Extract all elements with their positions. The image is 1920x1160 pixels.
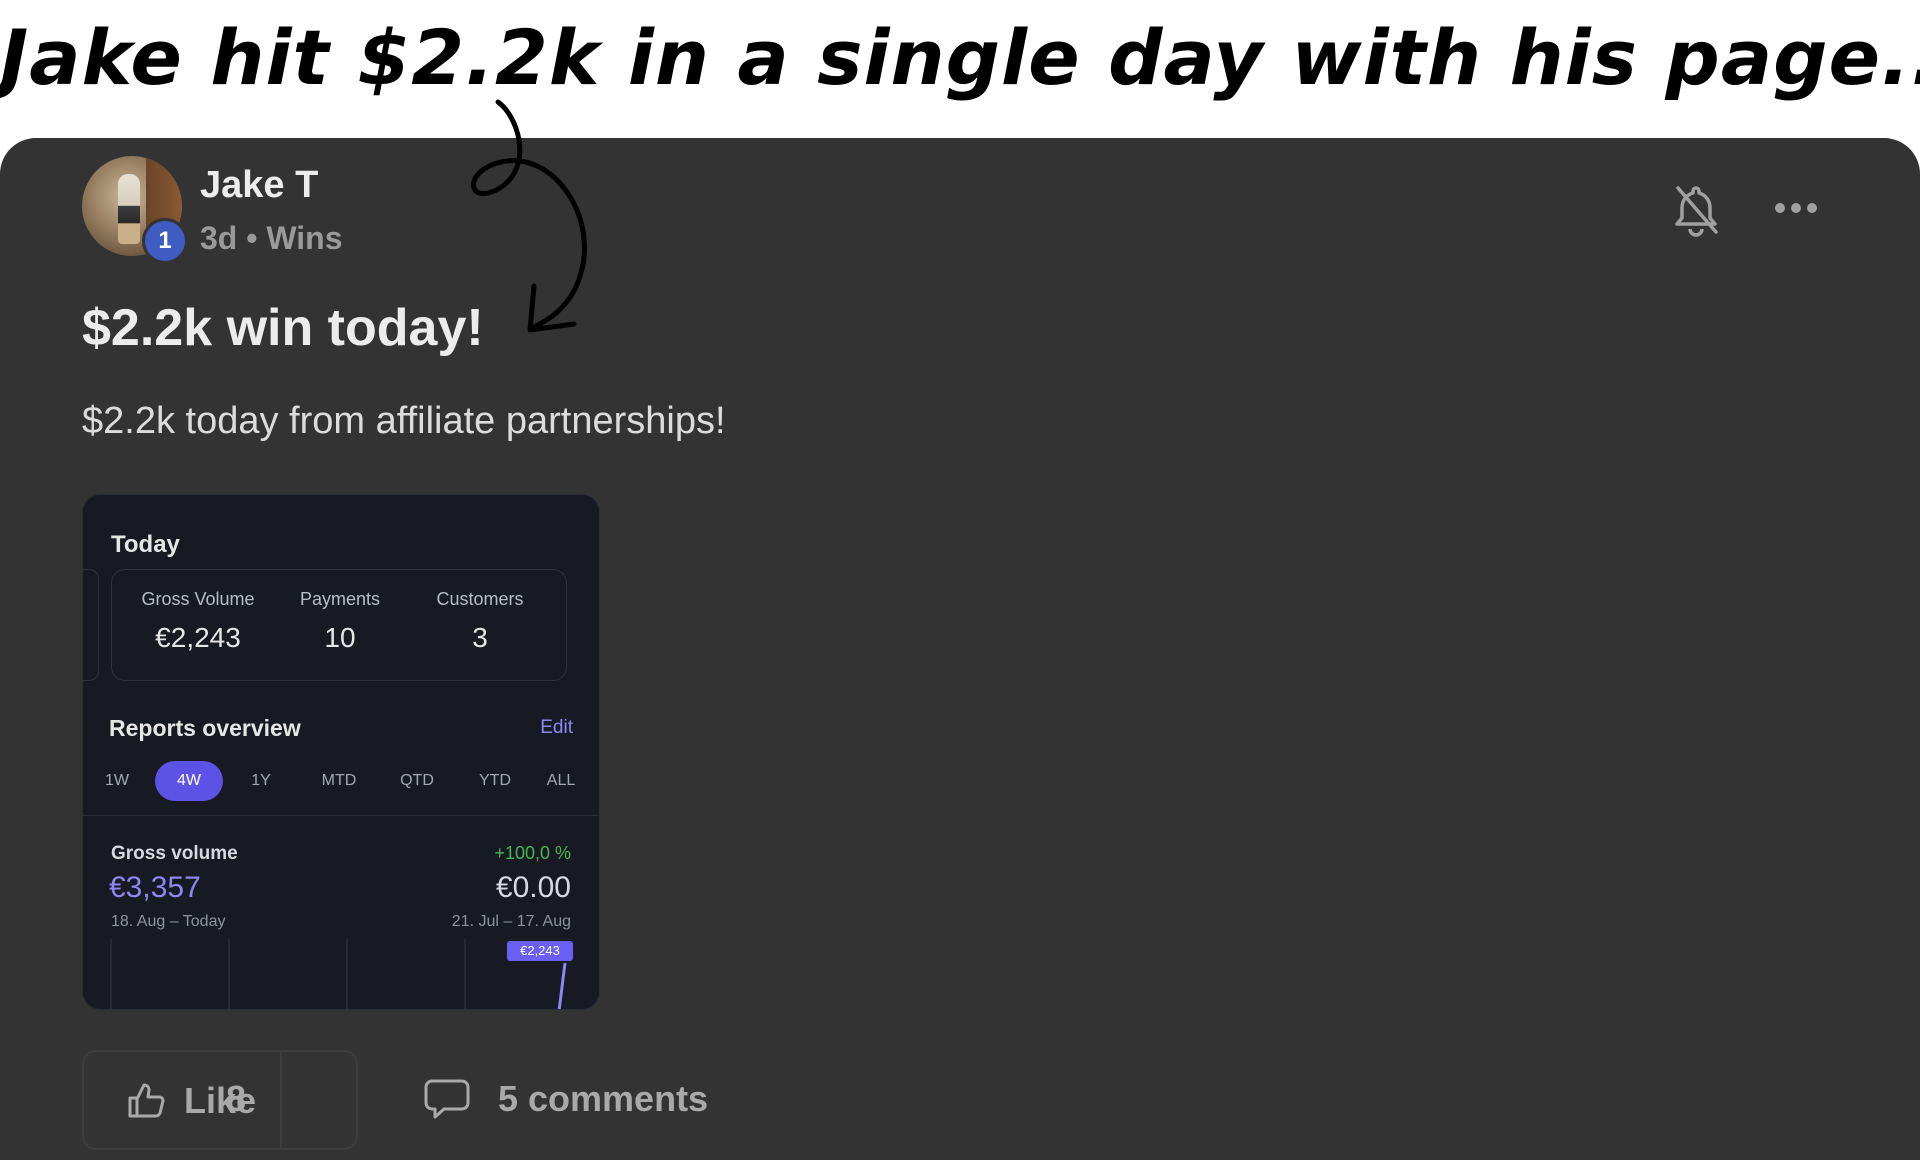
today-label: Today	[111, 531, 180, 558]
period-tabs: 1W 4W 1Y MTD QTD YTD ALL	[97, 761, 587, 801]
period-tab-4w[interactable]: 4W	[155, 761, 223, 801]
edit-link[interactable]: Edit	[540, 717, 573, 739]
hand-drawn-arrow-icon	[470, 99, 587, 333]
comments-button[interactable]: 5 comments	[420, 1074, 720, 1124]
headline-caption: Jake hit $2.2k in a single day with his …	[0, 13, 1920, 102]
like-group: Like	[82, 1050, 358, 1150]
period-tab-ytd[interactable]: YTD	[465, 761, 525, 801]
like-count[interactable]: 8	[226, 1078, 246, 1120]
gross-volume-label: Gross volume	[111, 843, 238, 864]
range-current: 18. Aug – Today	[111, 913, 226, 930]
period-tab-mtd[interactable]: MTD	[309, 761, 369, 801]
bell-off-icon[interactable]	[1672, 182, 1720, 238]
stat-gross-volume: Gross Volume €2,243	[123, 589, 273, 654]
attached-screenshot[interactable]: Today Gross Volume €2,243 Payments 10 Cu…	[82, 494, 600, 1010]
author-name[interactable]: Jake T	[200, 164, 318, 207]
comments-label: 5 comments	[498, 1078, 709, 1119]
divider	[83, 815, 599, 816]
period-tab-1y[interactable]: 1Y	[241, 761, 281, 801]
stat-value: €2,243	[155, 622, 241, 653]
stat-card-edge	[83, 569, 99, 681]
post-body: $2.2k today from affiliate partnerships!	[82, 400, 726, 442]
period-tab-qtd[interactable]: QTD	[387, 761, 447, 801]
post-meta: 3d • Wins	[200, 220, 343, 256]
range-previous: 21. Jul – 17. Aug	[451, 913, 571, 930]
like-button[interactable]: Like	[84, 1052, 282, 1148]
period-tab-1w[interactable]: 1W	[97, 761, 137, 801]
stat-customers: Customers 3	[405, 589, 555, 654]
stat-value: 10	[324, 622, 356, 653]
period-tab-all[interactable]: ALL	[537, 761, 585, 801]
stat-label: Payments	[299, 589, 381, 609]
thumbs-up-icon	[128, 1083, 165, 1118]
avatar-photo-figure	[118, 174, 140, 244]
gross-volume-previous: €0.00	[495, 871, 571, 904]
reports-overview-title: Reports overview	[109, 715, 301, 741]
stat-label: Gross Volume	[141, 589, 255, 609]
more-icon[interactable]	[1774, 196, 1818, 220]
stat-payments: Payments 10	[265, 589, 415, 654]
stat-label: Customers	[436, 589, 524, 609]
gross-volume-change: +100,0 %	[494, 843, 571, 863]
post-title: $2.2k win today!	[82, 299, 484, 357]
gross-volume-value: €3,357	[109, 871, 201, 904]
level-badge: 1	[142, 218, 188, 264]
chart-value-chip: €2,243	[507, 941, 573, 961]
comment-icon	[424, 1079, 470, 1119]
stat-value: 3	[472, 622, 488, 653]
